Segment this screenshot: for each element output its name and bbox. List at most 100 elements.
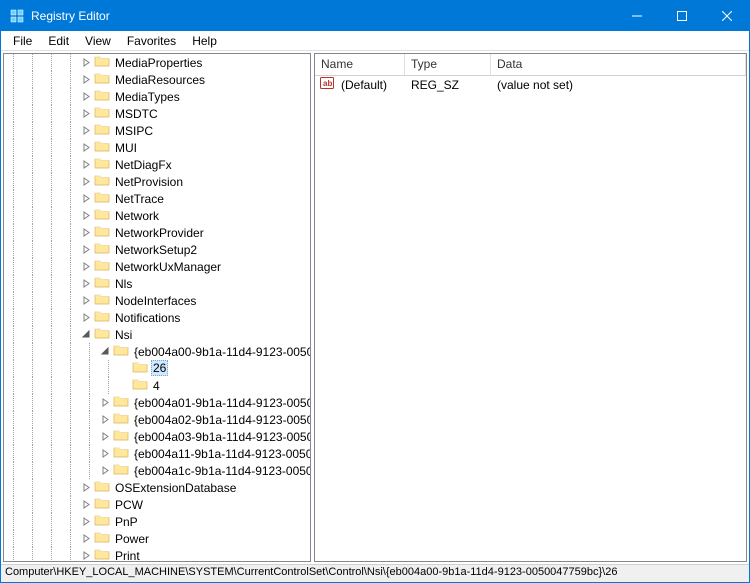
tree-node[interactable]: NetworkProvider: [4, 224, 310, 241]
tree-node-label: MSIPC: [113, 124, 155, 138]
tree-node-label: {eb004a00-9b1a-11d4-9123-0050047759bc}: [132, 345, 310, 359]
tree-node-label: Power: [113, 532, 151, 546]
tree-node[interactable]: MSIPC: [4, 122, 310, 139]
folder-icon: [93, 530, 113, 547]
menu-favorites[interactable]: Favorites: [119, 32, 184, 50]
tree-node-label: {eb004a01-9b1a-11d4-9123-0050047759bc}: [132, 396, 310, 410]
maximize-button[interactable]: [659, 1, 704, 31]
tree-node-label: MediaResources: [113, 73, 207, 87]
folder-icon: [131, 360, 151, 377]
tree-node-label: MediaProperties: [113, 56, 204, 70]
menu-bar: File Edit View Favorites Help: [1, 31, 749, 51]
tree-node-label: OSExtensionDatabase: [113, 481, 238, 495]
tree-node[interactable]: PnP: [4, 513, 310, 530]
column-name[interactable]: Name: [315, 54, 405, 75]
folder-icon: [93, 275, 113, 292]
folder-icon: [93, 292, 113, 309]
tree-node-label: Nsi: [113, 328, 134, 342]
tree-node-label: MediaTypes: [113, 90, 182, 104]
registry-tree[interactable]: MediaProperties MediaResources MediaTypes M…: [4, 54, 310, 561]
values-list[interactable]: ab(Default)REG_SZ(value not set): [315, 76, 746, 561]
tree-node[interactable]: NetworkSetup2: [4, 241, 310, 258]
tree-node-label: Notifications: [113, 311, 182, 325]
tree-node-label: Network: [113, 209, 161, 223]
tree-node-label: NodeInterfaces: [113, 294, 198, 308]
window-title: Registry Editor: [31, 9, 614, 23]
menu-file[interactable]: File: [5, 32, 40, 50]
tree-node[interactable]: Network: [4, 207, 310, 224]
list-header: Name Type Data: [315, 54, 746, 76]
folder-icon: [112, 428, 132, 445]
tree-node-label: NetworkUxManager: [113, 260, 223, 274]
title-bar: Registry Editor: [1, 1, 749, 31]
folder-icon: [93, 122, 113, 139]
minimize-button[interactable]: [614, 1, 659, 31]
tree-node[interactable]: Nls: [4, 275, 310, 292]
tree-node-label: {eb004a03-9b1a-11d4-9123-0050047759bc}: [132, 430, 310, 444]
tree-node[interactable]: {eb004a11-9b1a-11d4-9123-0050047759bc}: [4, 445, 310, 462]
tree-node[interactable]: PCW: [4, 496, 310, 513]
value-row[interactable]: ab(Default)REG_SZ(value not set): [315, 76, 746, 93]
tree-node[interactable]: 4: [4, 377, 310, 394]
folder-icon: [93, 258, 113, 275]
folder-icon: [93, 207, 113, 224]
folder-icon: [112, 394, 132, 411]
tree-node-label: Print: [113, 549, 142, 562]
value-name: (Default): [335, 78, 405, 92]
column-data[interactable]: Data: [491, 54, 746, 75]
tree-node[interactable]: {eb004a1c-9b1a-11d4-9123-0050047759bc}: [4, 462, 310, 479]
svg-text:ab: ab: [323, 79, 332, 88]
tree-node-label: 4: [151, 379, 162, 393]
tree-node[interactable]: {eb004a03-9b1a-11d4-9123-0050047759bc}: [4, 428, 310, 445]
tree-node[interactable]: {eb004a01-9b1a-11d4-9123-0050047759bc}: [4, 394, 310, 411]
tree-node[interactable]: {eb004a02-9b1a-11d4-9123-0050047759bc}: [4, 411, 310, 428]
status-bar: Computer\HKEY_LOCAL_MACHINE\SYSTEM\Curre…: [1, 564, 749, 582]
values-panel: Name Type Data ab(Default)REG_SZ(value n…: [314, 53, 747, 562]
tree-node-label: NetworkSetup2: [113, 243, 199, 257]
tree-node-label: NetworkProvider: [113, 226, 206, 240]
close-button[interactable]: [704, 1, 749, 31]
tree-node[interactable]: MUI: [4, 139, 310, 156]
folder-icon: [93, 479, 113, 496]
column-type[interactable]: Type: [405, 54, 491, 75]
tree-node[interactable]: Power: [4, 530, 310, 547]
tree-panel: MediaProperties MediaResources MediaTypes M…: [3, 53, 311, 562]
folder-icon: [112, 462, 132, 479]
value-data: (value not set): [491, 78, 746, 92]
tree-node[interactable]: MediaResources: [4, 71, 310, 88]
tree-node[interactable]: Print: [4, 547, 310, 561]
folder-icon: [93, 309, 113, 326]
tree-node[interactable]: NetProvision: [4, 173, 310, 190]
tree-node-label: MSDTC: [113, 107, 160, 121]
folder-icon: [112, 411, 132, 428]
tree-node[interactable]: NetDiagFx: [4, 156, 310, 173]
tree-node[interactable]: NodeInterfaces: [4, 292, 310, 309]
tree-node[interactable]: MediaTypes: [4, 88, 310, 105]
menu-view[interactable]: View: [77, 32, 119, 50]
folder-icon: [112, 343, 132, 360]
tree-node-label: NetProvision: [113, 175, 185, 189]
tree-node-label: {eb004a11-9b1a-11d4-9123-0050047759bc}: [132, 447, 310, 461]
tree-node[interactable]: Nsi: [4, 326, 310, 343]
tree-node[interactable]: Notifications: [4, 309, 310, 326]
tree-node[interactable]: MSDTC: [4, 105, 310, 122]
menu-help[interactable]: Help: [184, 32, 225, 50]
tree-node[interactable]: 26: [4, 360, 310, 377]
folder-icon: [93, 513, 113, 530]
tree-node-label: MUI: [113, 141, 139, 155]
tree-node[interactable]: NetworkUxManager: [4, 258, 310, 275]
tree-node[interactable]: NetTrace: [4, 190, 310, 207]
folder-icon: [93, 54, 113, 71]
tree-node[interactable]: {eb004a00-9b1a-11d4-9123-0050047759bc}: [4, 343, 310, 360]
tree-node[interactable]: OSExtensionDatabase: [4, 479, 310, 496]
value-type: REG_SZ: [405, 78, 491, 92]
tree-node-label: {eb004a1c-9b1a-11d4-9123-0050047759bc}: [132, 464, 310, 478]
tree-node-label: NetTrace: [113, 192, 166, 206]
tree-node-label: {eb004a02-9b1a-11d4-9123-0050047759bc}: [132, 413, 310, 427]
tree-node[interactable]: MediaProperties: [4, 54, 310, 71]
folder-icon: [131, 377, 151, 394]
folder-icon: [93, 88, 113, 105]
regedit-icon: [9, 8, 25, 24]
content-area: MediaProperties MediaResources MediaTypes M…: [1, 51, 749, 564]
menu-edit[interactable]: Edit: [40, 32, 77, 50]
